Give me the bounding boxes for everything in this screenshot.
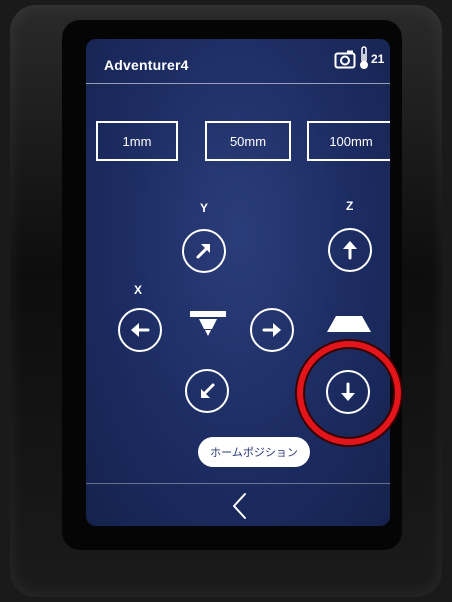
- header-divider: [86, 83, 390, 84]
- step-1mm-button[interactable]: 1mm: [96, 121, 178, 161]
- camera-icon[interactable]: [334, 49, 356, 69]
- nozzle-icon: [190, 311, 226, 336]
- touch-screen: Adventurer4 21 1mm 50mm 100mm Y Z X ホームポ…: [86, 39, 390, 526]
- temperature-value: 21: [371, 52, 385, 66]
- build-plate-icon: [327, 316, 371, 332]
- back-button[interactable]: [226, 491, 254, 521]
- x-plus-button[interactable]: [250, 308, 294, 352]
- home-position-button[interactable]: ホームポジション: [198, 437, 310, 467]
- x-axis-label: X: [134, 283, 143, 297]
- z-axis-label: Z: [346, 199, 354, 213]
- app-title: Adventurer4: [104, 57, 189, 73]
- step-50mm-button[interactable]: 50mm: [205, 121, 291, 161]
- y-axis-label: Y: [200, 201, 209, 215]
- arrow-left-icon: [131, 323, 150, 337]
- arrow-up-right-icon: [196, 244, 210, 259]
- highlight-annotation-circle: [297, 341, 401, 445]
- arrow-up-icon: [343, 241, 357, 260]
- arrow-down-left-icon: [201, 383, 215, 398]
- y-plus-button[interactable]: [182, 229, 226, 273]
- y-minus-button[interactable]: [185, 369, 229, 413]
- thermometer-icon: [360, 46, 368, 69]
- x-minus-button[interactable]: [118, 308, 162, 352]
- device-photo: Adventurer4 21 1mm 50mm 100mm Y Z X ホームポ…: [0, 0, 452, 602]
- arrow-right-icon: [262, 323, 281, 337]
- footer-divider: [86, 483, 390, 484]
- z-up-button[interactable]: [328, 228, 372, 272]
- step-100mm-button[interactable]: 100mm: [307, 121, 390, 161]
- chevron-left-icon: [233, 493, 246, 519]
